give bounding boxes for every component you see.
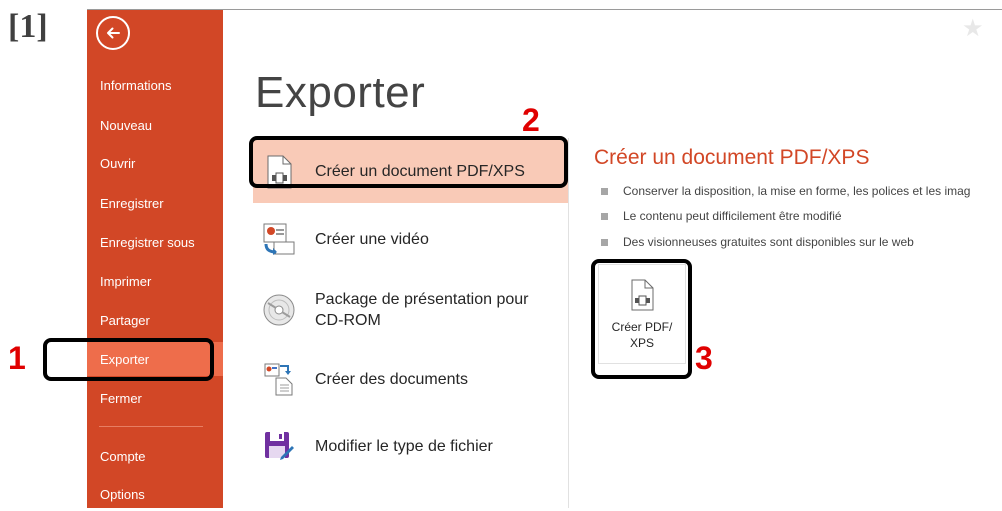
- video-icon: [261, 221, 297, 257]
- callout-box-pdf-option: [249, 136, 568, 188]
- cd-rom-icon: [261, 292, 297, 328]
- handouts-icon: [261, 361, 297, 397]
- option-label: Créer une vidéo: [315, 230, 429, 248]
- detail-bullet: Conserver la disposition, la mise en for…: [601, 184, 970, 198]
- window-top-border: [87, 9, 1002, 10]
- detail-bullet: Le contenu peut difficilement être modif…: [601, 209, 842, 223]
- sidebar-item-fermer[interactable]: Fermer: [87, 381, 223, 415]
- sidebar-item-partager[interactable]: Partager: [87, 303, 223, 337]
- detail-title: Créer un document PDF/XPS: [594, 146, 870, 169]
- column-divider: [568, 138, 569, 508]
- option-package-cd[interactable]: Package de présentation pour CD-ROM: [253, 280, 568, 340]
- sidebar-item-nouveau[interactable]: Nouveau: [87, 108, 223, 142]
- detail-bullet: Des visionneuses gratuites sont disponib…: [601, 235, 914, 249]
- sidebar-item-enregistrer-sous[interactable]: Enregistrer sous: [87, 225, 223, 259]
- callout-number-2: 2: [522, 102, 540, 138]
- option-create-video[interactable]: Créer une vidéo: [253, 214, 568, 264]
- sidebar-divider: [99, 426, 203, 427]
- bullet-square-icon: [601, 212, 608, 220]
- option-label-line2: CD-ROM: [315, 312, 381, 329]
- sidebar-item-ouvrir[interactable]: Ouvrir: [87, 146, 223, 180]
- callout-number-3: 3: [695, 340, 713, 376]
- option-label: Modifier le type de fichier: [315, 437, 493, 455]
- bullet-text: Des visionneuses gratuites sont disponib…: [623, 235, 914, 249]
- callout-box-pdf-button: [591, 259, 692, 379]
- figure-reference-label: [1]: [8, 8, 48, 45]
- callout-number-1: 1: [8, 340, 26, 376]
- page-title: Exporter: [255, 68, 426, 117]
- arrow-left-circle-icon: [107, 27, 120, 39]
- sidebar-item-imprimer[interactable]: Imprimer: [87, 264, 223, 298]
- decorative-star-icon: ★: [962, 15, 984, 42]
- sidebar-item-enregistrer[interactable]: Enregistrer: [87, 186, 223, 220]
- bullet-square-icon: [601, 187, 608, 195]
- sidebar-item-options[interactable]: Options: [87, 477, 223, 511]
- option-change-file-type[interactable]: Modifier le type de fichier: [253, 422, 568, 470]
- option-create-handouts[interactable]: Créer des documents: [253, 354, 568, 404]
- option-label: Créer des documents: [315, 370, 468, 388]
- option-label-line1: Package de présentation pour: [315, 291, 529, 308]
- callout-box-exporter: [43, 338, 214, 381]
- bullet-text: Le contenu peut difficilement être modif…: [623, 209, 842, 223]
- back-button[interactable]: [96, 16, 130, 50]
- option-label: Package de présentation pour CD-ROM: [315, 289, 528, 331]
- sidebar-item-compte[interactable]: Compte: [87, 439, 223, 473]
- sidebar-item-informations[interactable]: Informations: [87, 68, 223, 102]
- bullet-square-icon: [601, 238, 608, 246]
- bullet-text: Conserver la disposition, la mise en for…: [623, 184, 971, 198]
- save-file-type-icon: [261, 428, 297, 464]
